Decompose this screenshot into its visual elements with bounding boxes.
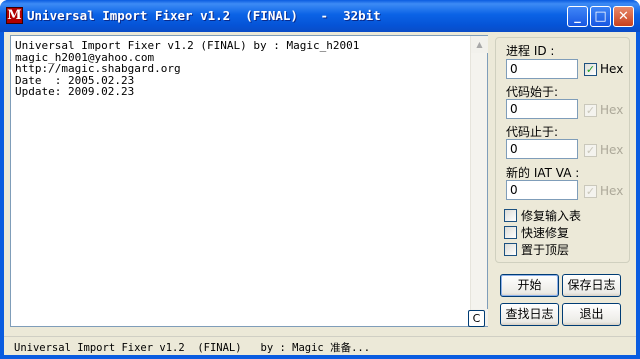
- clear-log-button[interactable]: C: [468, 310, 485, 327]
- minimize-button[interactable]: _: [567, 6, 588, 27]
- log-text[interactable]: Universal Import Fixer v1.2 (FINAL) by :…: [15, 40, 467, 98]
- iat-hex-checkbox[interactable]: ✓: [584, 185, 597, 198]
- minimize-icon: _: [574, 9, 581, 24]
- code-end-field[interactable]: 0: [506, 139, 578, 159]
- status-text: Universal Import Fixer v1.2 (FINAL) by :…: [14, 342, 371, 354]
- save-log-button[interactable]: 保存日志: [562, 274, 621, 297]
- fix-imports-label: 修复输入表: [521, 209, 582, 223]
- iat-field[interactable]: 0: [506, 180, 578, 200]
- code-start-label: 代码始于:: [506, 85, 559, 99]
- exit-button[interactable]: 退出: [562, 303, 621, 326]
- settings-panel: 进程 ID : 0 ✓ Hex 代码始于: 0 ✓ Hex 代码止于: 0 ✓ …: [495, 37, 630, 263]
- always-on-top-label: 置于顶层: [521, 243, 570, 257]
- code-end-hex-checkbox[interactable]: ✓: [584, 144, 597, 157]
- pid-hex-checkbox[interactable]: ✓: [584, 63, 597, 76]
- window-title: Universal Import Fixer v1.2 (FINAL) - 32…: [27, 8, 381, 23]
- pid-hex-label: Hex: [600, 62, 624, 76]
- close-button[interactable]: ✕: [613, 6, 634, 27]
- scroll-up-icon[interactable]: ▲: [471, 36, 488, 53]
- always-on-top-checkbox[interactable]: [504, 243, 517, 256]
- close-icon: ✕: [618, 9, 629, 24]
- fix-imports-checkbox[interactable]: [504, 209, 517, 222]
- maximize-icon: □: [594, 9, 607, 24]
- pid-field[interactable]: 0: [506, 59, 578, 79]
- code-start-hex-label: Hex: [600, 103, 624, 117]
- client-area: Universal Import Fixer v1.2 (FINAL) by :…: [4, 32, 636, 355]
- start-button[interactable]: 开始: [500, 274, 559, 297]
- iat-label: 新的 IAT VA :: [506, 166, 580, 180]
- iat-hex-label: Hex: [600, 184, 624, 198]
- maximize-button[interactable]: □: [590, 6, 611, 27]
- code-end-hex-label: Hex: [600, 143, 624, 157]
- pid-label: 进程 ID :: [506, 44, 555, 58]
- code-end-label: 代码止于:: [506, 125, 559, 139]
- code-start-hex-checkbox[interactable]: ✓: [584, 104, 597, 117]
- main-window: M Universal Import Fixer v1.2 (FINAL) - …: [0, 0, 640, 359]
- find-log-button[interactable]: 查找日志: [500, 303, 559, 326]
- log-scrollbar[interactable]: ▲ ▼: [470, 36, 488, 326]
- status-bar: Universal Import Fixer v1.2 (FINAL) by :…: [4, 336, 636, 355]
- app-icon[interactable]: M: [6, 7, 23, 24]
- code-start-field[interactable]: 0: [506, 99, 578, 119]
- quick-fix-checkbox[interactable]: [504, 226, 517, 239]
- title-bar[interactable]: M Universal Import Fixer v1.2 (FINAL) - …: [0, 0, 640, 32]
- log-textarea[interactable]: Universal Import Fixer v1.2 (FINAL) by :…: [10, 35, 488, 327]
- quick-fix-label: 快速修复: [521, 226, 570, 240]
